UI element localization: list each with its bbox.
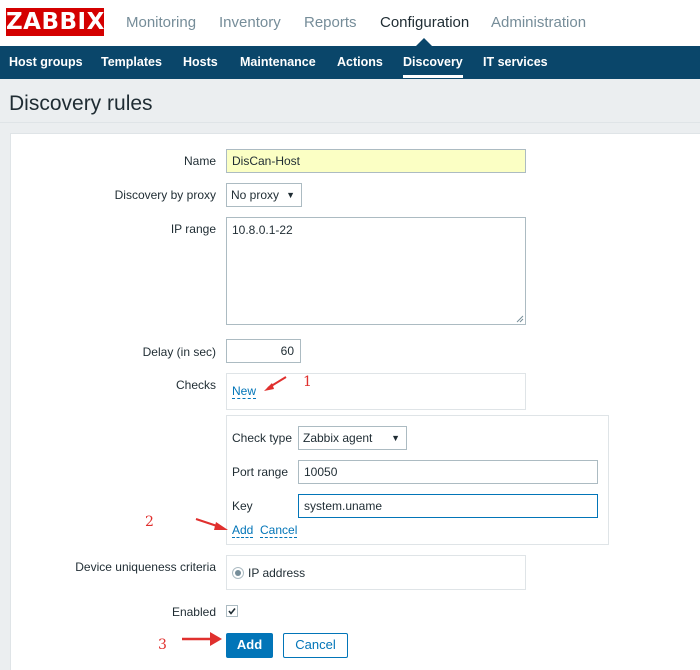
- active-nav-caret-icon: [416, 38, 432, 46]
- check-type-value: Zabbix agent: [303, 431, 373, 445]
- ip-address-radio[interactable]: [232, 567, 244, 579]
- sub-nav-host-groups[interactable]: Host groups: [9, 55, 83, 69]
- delay-input[interactable]: 60: [226, 339, 301, 363]
- annotation-step-2: 2: [145, 514, 154, 530]
- top-nav-configuration[interactable]: Configuration: [380, 14, 469, 31]
- annotation-arrow-1-icon: [264, 376, 287, 391]
- key-label: Key: [232, 499, 253, 513]
- sub-nav: Host groups Templates Hosts Maintenance …: [0, 46, 700, 79]
- sub-nav-maintenance[interactable]: Maintenance: [240, 55, 316, 69]
- check-cancel-link[interactable]: Cancel: [260, 524, 298, 538]
- name-input[interactable]: DisCan-Host: [226, 149, 526, 173]
- top-nav-administration[interactable]: Administration: [491, 14, 586, 31]
- annotation-arrow-3-icon: [182, 632, 222, 646]
- top-nav-monitoring[interactable]: Monitoring: [126, 14, 196, 31]
- name-label: Name: [183, 154, 216, 168]
- top-nav-reports[interactable]: Reports: [304, 14, 357, 31]
- uniqueness-label: Device uniqueness criteria: [75, 560, 216, 574]
- sub-nav-hosts[interactable]: Hosts: [183, 55, 218, 69]
- checks-label: Checks: [175, 378, 216, 392]
- ip-address-option-label: IP address: [248, 566, 306, 580]
- annotation-step-3: 3: [158, 637, 167, 653]
- ip-range-label: IP range: [170, 222, 216, 236]
- key-input[interactable]: system.uname: [298, 494, 598, 518]
- proxy-select[interactable]: No proxy ▼: [226, 183, 302, 207]
- sub-nav-actions[interactable]: Actions: [337, 55, 383, 69]
- top-bar: ZABBIX Monitoring Inventory Reports Conf…: [0, 0, 700, 46]
- check-type-select[interactable]: Zabbix agent ▼: [298, 426, 407, 450]
- check-type-label: Check type: [232, 431, 293, 445]
- port-range-label: Port range: [232, 465, 289, 479]
- chevron-down-icon: ▼: [286, 190, 295, 200]
- top-nav-inventory[interactable]: Inventory: [219, 14, 281, 31]
- zabbix-logo[interactable]: ZABBIX: [6, 8, 104, 36]
- resize-handle-icon[interactable]: [516, 315, 524, 323]
- proxy-select-value: No proxy: [231, 188, 280, 202]
- page-title: Discovery rules: [9, 92, 153, 115]
- chevron-down-icon: ▼: [391, 433, 400, 443]
- checkmark-icon: [228, 608, 236, 615]
- annotation-arrow-2-icon: [195, 518, 228, 530]
- sub-nav-discovery[interactable]: Discovery: [403, 55, 463, 78]
- enabled-checkbox[interactable]: [226, 605, 238, 617]
- add-button[interactable]: Add: [226, 633, 273, 658]
- proxy-label: Discovery by proxy: [114, 188, 216, 202]
- sub-nav-templates[interactable]: Templates: [101, 55, 162, 69]
- check-add-link[interactable]: Add: [232, 524, 254, 538]
- enabled-label: Enabled: [171, 605, 216, 619]
- delay-label: Delay (in sec): [142, 345, 216, 359]
- sub-nav-it-services[interactable]: IT services: [483, 55, 548, 69]
- ip-range-value: 10.8.0.1-22: [232, 223, 293, 237]
- cancel-button[interactable]: Cancel: [283, 633, 348, 658]
- port-range-input[interactable]: 10050: [298, 460, 598, 484]
- checks-new-link[interactable]: New: [232, 385, 257, 399]
- ip-range-textarea[interactable]: 10.8.0.1-22: [226, 217, 526, 325]
- annotation-step-1: 1: [303, 374, 312, 390]
- page-header: Discovery rules: [0, 79, 700, 123]
